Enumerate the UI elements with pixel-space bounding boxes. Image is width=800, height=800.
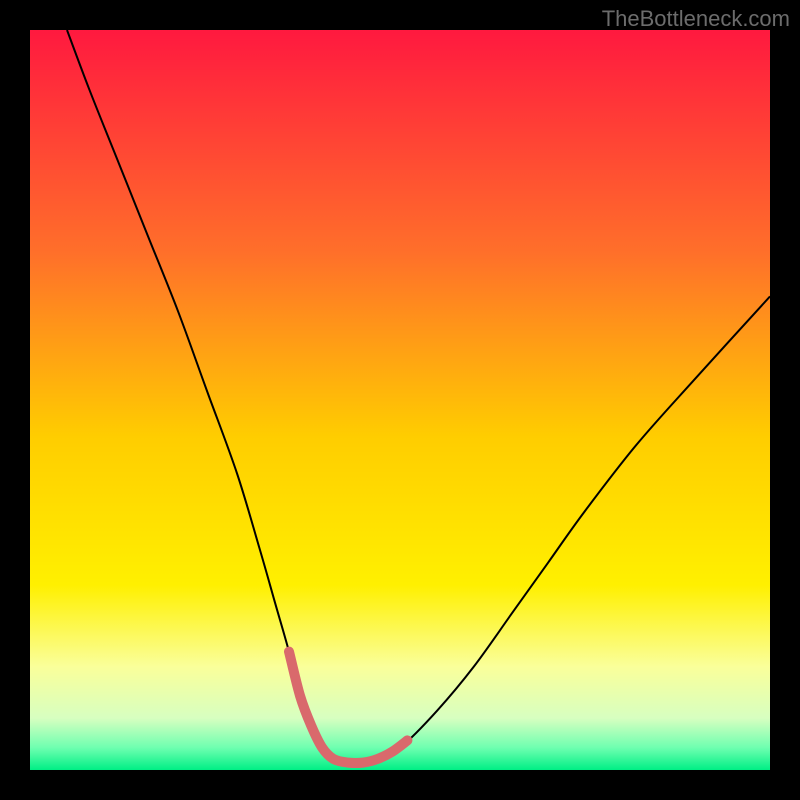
watermark-text: TheBottleneck.com bbox=[602, 6, 790, 32]
gradient-background bbox=[30, 30, 770, 770]
bottleneck-chart bbox=[30, 30, 770, 770]
chart-container bbox=[30, 30, 770, 770]
